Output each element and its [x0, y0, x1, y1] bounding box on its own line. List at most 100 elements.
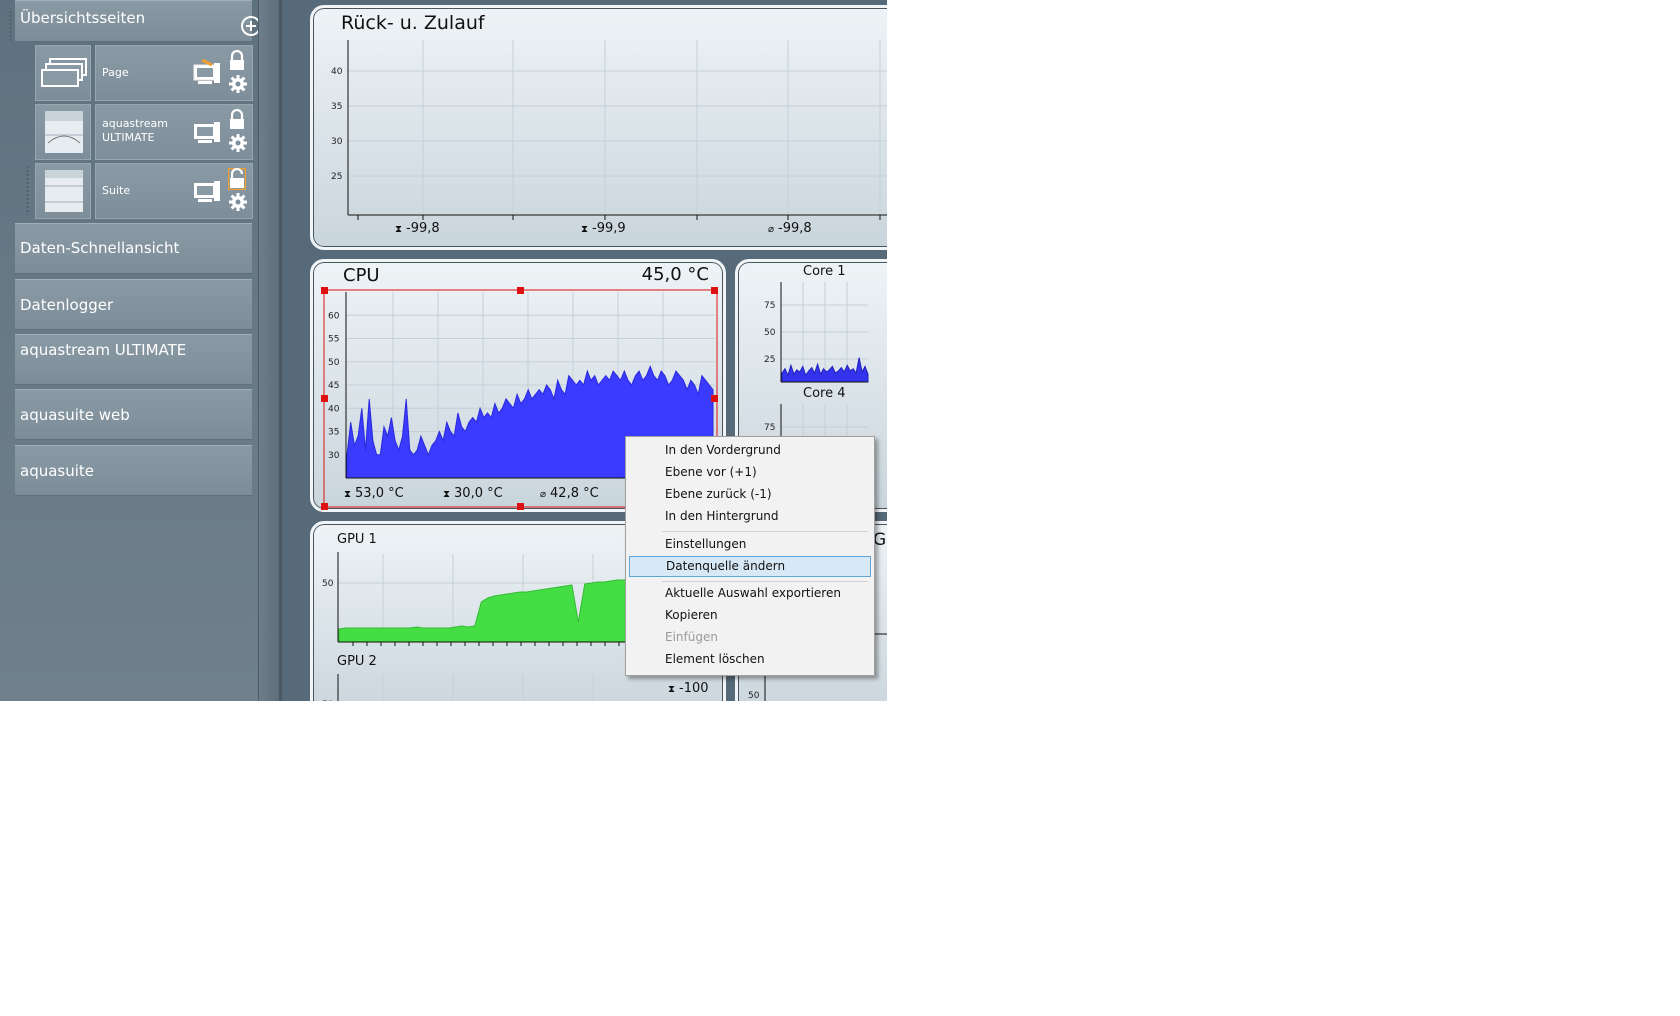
overview-pages-label: Übersichtsseiten: [20, 9, 146, 27]
page-list-grip[interactable]: [26, 165, 29, 215]
menu-bring-to-front[interactable]: In den Vordergrund: [629, 440, 871, 461]
stat-max-value: -99,8: [406, 221, 440, 236]
y-tick-label: 50: [764, 328, 776, 338]
chart-grid: [348, 40, 887, 215]
avg-icon: ⌀: [540, 489, 547, 500]
stacked-pages-icon: [41, 58, 87, 87]
max-icon: ⧗: [395, 224, 403, 235]
page-preview-icon: [45, 111, 83, 153]
nav-datalogger[interactable]: Datenlogger: [15, 279, 252, 330]
sidebar-splitter[interactable]: [258, 0, 280, 701]
nav-label: aquasuite: [20, 462, 95, 480]
x-ticks: [352, 642, 634, 646]
nav-aquasuite[interactable]: aquasuite: [15, 445, 252, 496]
gear-icon[interactable]: [228, 74, 248, 94]
y-tick-label: 50: [322, 579, 334, 589]
nav-label: Daten-Schnellansicht: [20, 239, 180, 257]
stat-avg-value: 42,8 °C: [550, 486, 599, 501]
nav-label: aquasuite web: [20, 406, 130, 424]
y-tick-label: 40: [328, 404, 340, 414]
menu-send-to-back[interactable]: In den Hintergrund: [629, 506, 871, 527]
panel-flow[interactable]: Rück- u. Zulauf 40 35 30 25 ⧗ -99,8 ⧗ -9…: [310, 5, 887, 250]
page-item-page[interactable]: Page: [35, 45, 253, 101]
y-tick-label: 55: [328, 335, 339, 345]
y-tick-label: 30: [331, 137, 343, 147]
stat-min-value: -99,9: [592, 221, 626, 236]
stat-max: ⧗ -100: [668, 681, 709, 696]
resize-handle: [321, 503, 328, 510]
lock-icon[interactable]: [228, 109, 246, 131]
page-item-suite[interactable]: Suite: [35, 163, 253, 219]
stat-min-value: 30,0 °C: [454, 486, 503, 501]
stat-min: ⧗ 30,0 °C: [443, 486, 503, 501]
y-tick-label: 30: [328, 451, 340, 461]
resize-handle: [321, 287, 328, 294]
menu-layer-down[interactable]: Ebene zurück (-1): [629, 484, 871, 505]
stat-max-value: 53,0 °C: [355, 486, 404, 501]
y-tick-label: 25: [764, 355, 775, 365]
stat-min: ⧗ -99,9: [581, 221, 626, 236]
resize-handle: [517, 503, 524, 510]
lock-icon[interactable]: [228, 50, 246, 72]
y-ticks: 60 55 50 45 40 35 30: [328, 311, 340, 461]
resize-handle: [321, 395, 328, 402]
y-tick-label: 45: [328, 381, 339, 391]
avg-icon: ⌀: [768, 224, 775, 235]
gpu1-area-series: [338, 578, 644, 643]
page-thumbnail: [35, 45, 91, 101]
max-icon: ⧗: [668, 684, 676, 695]
y-tick-label: 75: [764, 423, 775, 433]
gear-icon[interactable]: [228, 133, 248, 153]
gear-icon[interactable]: [228, 192, 248, 212]
computer-icon[interactable]: [192, 116, 222, 146]
stat-max: ⧗ -99,8: [395, 221, 440, 236]
menu-copy[interactable]: Kopieren: [629, 605, 871, 626]
nav-label: aquastream ULTIMATE: [20, 341, 187, 359]
menu-separator: [662, 531, 868, 532]
y-tick-label: 75: [764, 301, 775, 311]
page-item-label: aquastream ULTIMATE: [102, 117, 168, 144]
menu-delete-element[interactable]: Element löschen: [629, 649, 871, 670]
aquasuite-window: Übersichtsseiten Page aquastream ULTIMAT…: [0, 0, 887, 701]
page-thumbnail: [35, 163, 91, 219]
page-item-label: Suite: [102, 184, 131, 197]
stat-avg-value: -99,8: [778, 221, 812, 236]
menu-export-selection[interactable]: Aktuelle Auswahl exportieren: [629, 583, 871, 604]
menu-layer-up[interactable]: Ebene vor (+1): [629, 462, 871, 483]
y-tick-label: 35: [331, 102, 342, 112]
overview-pages-header[interactable]: Übersichtsseiten: [15, 0, 261, 42]
nav-data-quickview[interactable]: Daten-Schnellansicht: [15, 223, 252, 274]
flow-chart: 40 35 30 25: [331, 40, 887, 220]
stat-avg: ⌀ -99,8: [768, 221, 812, 236]
menu-paste: Einfügen: [665, 630, 718, 644]
page-preview-icon: [45, 170, 83, 212]
y-tick-label: 35: [328, 428, 339, 438]
resize-handle: [711, 287, 718, 294]
sidebar: Übersichtsseiten Page aquastream ULTIMAT…: [0, 0, 261, 701]
stat-max: ⧗ 53,0 °C: [344, 486, 404, 501]
unlock-icon[interactable]: [228, 168, 246, 190]
menu-settings[interactable]: Einstellungen: [629, 534, 871, 555]
computer-icon[interactable]: [192, 175, 222, 205]
min-icon: ⧗: [443, 489, 451, 500]
y-tick-label: 50: [322, 700, 334, 701]
resize-handle: [517, 287, 524, 294]
computer-orange-icon[interactable]: [192, 57, 222, 87]
y-tick-label: 50: [328, 358, 340, 368]
min-icon: ⧗: [581, 224, 589, 235]
page-item-aquastream[interactable]: aquastream ULTIMATE: [35, 104, 253, 160]
stat-avg: ⌀ 42,8 °C: [540, 486, 599, 501]
menu-change-datasource[interactable]: Datenquelle ändern: [629, 556, 871, 577]
nav-aquasuite-web[interactable]: aquasuite web: [15, 389, 252, 440]
y-tick-label: 40: [331, 67, 343, 77]
y-tick-label: 60: [328, 311, 340, 321]
nav-aquastream-ultimate[interactable]: aquastream ULTIMATE: [15, 334, 252, 385]
max-icon: ⧗: [344, 489, 352, 500]
resize-handle: [711, 395, 718, 402]
x-ticks: [357, 215, 881, 220]
y-tick-label: 50: [748, 691, 760, 701]
nav-label: Datenlogger: [20, 296, 114, 314]
sidebar-grip[interactable]: [9, 10, 12, 40]
y-tick-label: 25: [331, 172, 342, 182]
context-menu: In den Vordergrund Ebene vor (+1) Ebene …: [625, 436, 875, 676]
